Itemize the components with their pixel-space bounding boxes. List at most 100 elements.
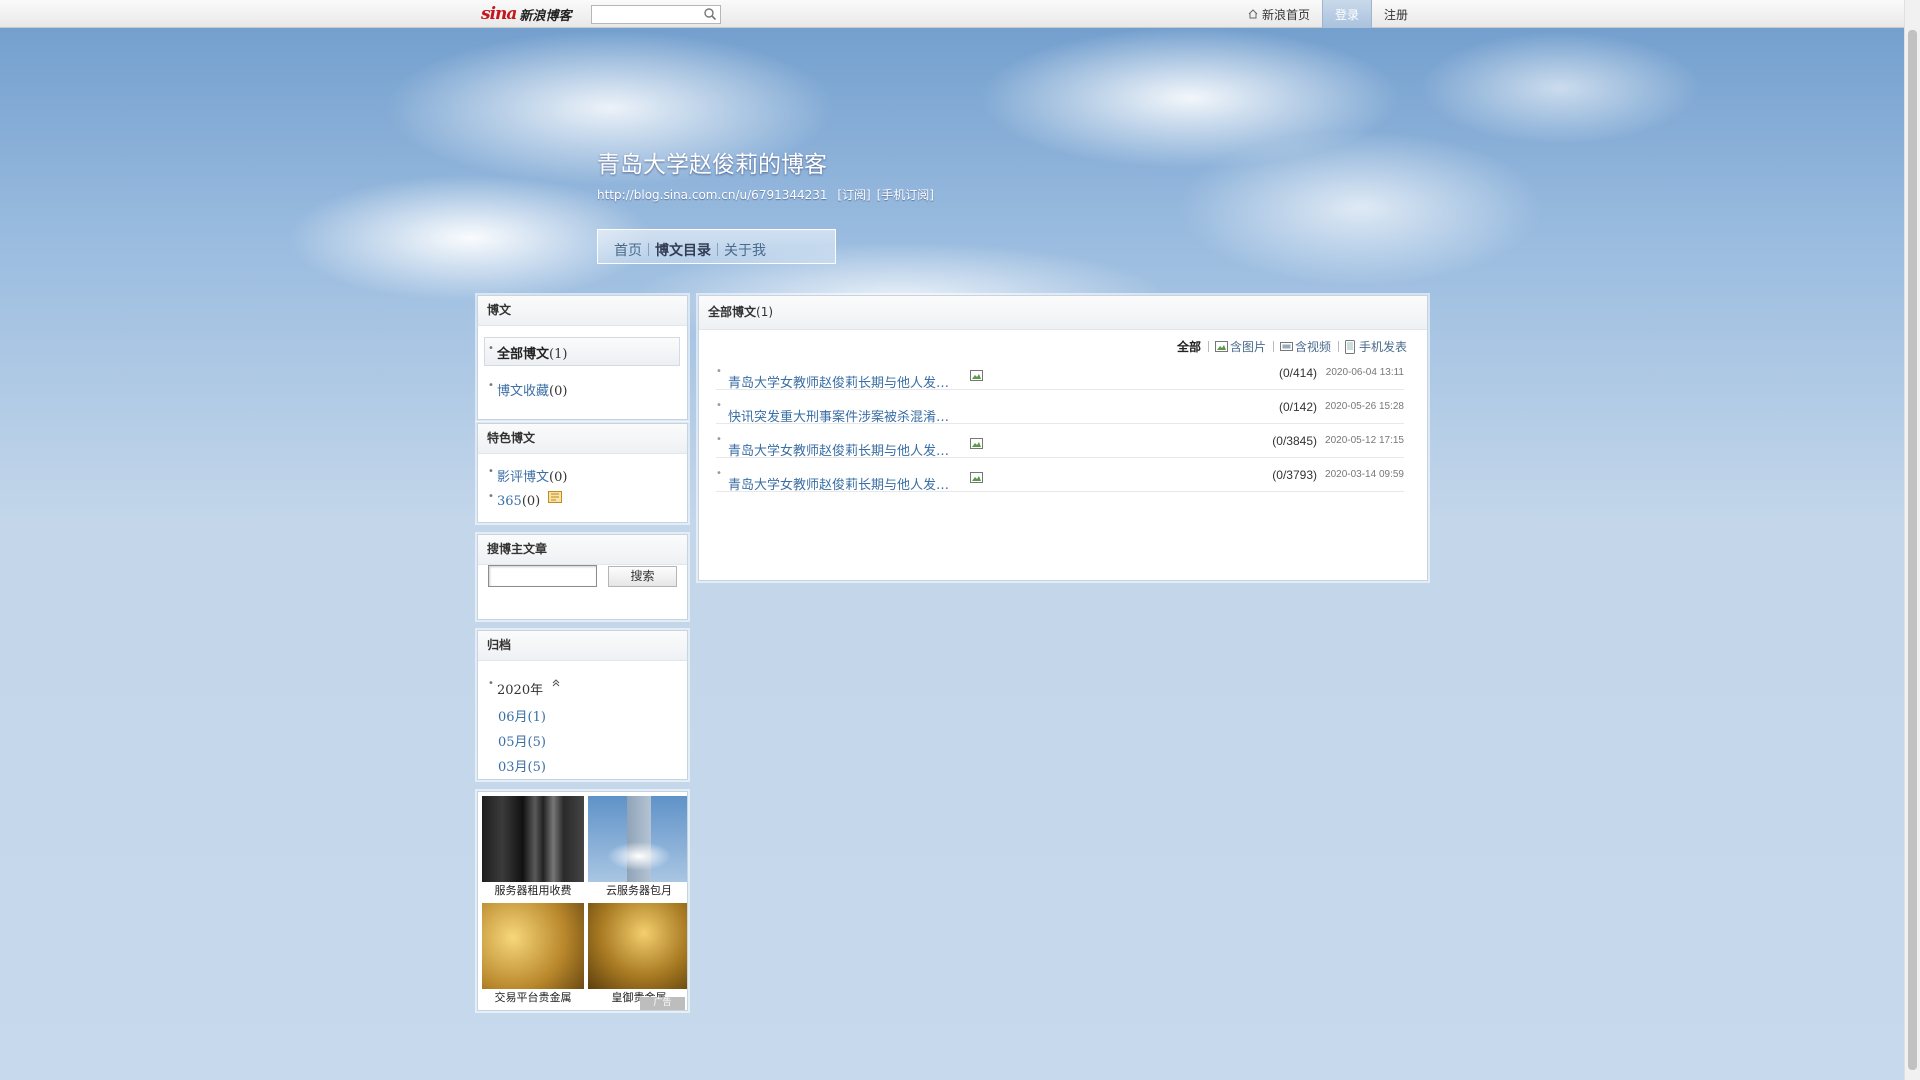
blog-nav: 首页 博文目录 关于我	[597, 229, 836, 264]
nav-about-me[interactable]: 关于我	[718, 240, 772, 260]
author-search-input[interactable]	[488, 565, 597, 587]
item-365-label: 365	[497, 494, 522, 509]
ad-panel: 服务器租用收费 云服务器包月 交易平台贵金属 皇御贵金属 广告	[477, 791, 688, 1011]
sidebar-item-film-review[interactable]: • 影评博文(0)	[478, 466, 567, 485]
author-search-button[interactable]: 搜索	[608, 566, 677, 587]
top-search-box	[591, 5, 721, 24]
blog-url-line: http://blog.sina.com.cn/u/6791344231 [订阅…	[597, 186, 940, 203]
nav-home[interactable]: 首页	[608, 240, 648, 260]
featured-panel-title: 特色博文	[478, 424, 687, 454]
top-bar: sina 新浪博客 新浪首页 登录 注册	[0, 0, 1904, 28]
archive-month[interactable]: 06月(1)	[498, 706, 546, 725]
posts-panel-title: 博文	[478, 296, 687, 326]
filter-with-video-label: 含视频	[1294, 340, 1331, 354]
ad-tile-server-rental[interactable]: 服务器租用收费	[482, 796, 584, 899]
has-picture-icon	[970, 472, 983, 483]
article-stats: (0/414)	[1278, 366, 1317, 380]
article-row: • 青岛大学女教师赵俊莉长期与他人发… (0/3845) 2020-05-12 …	[716, 424, 1404, 459]
sina-home-link[interactable]: 新浪首页	[1236, 0, 1322, 28]
article-row: • 快讯突发重大刑事案件涉案被杀混淆… (0/142) 2020-05-26 1…	[716, 390, 1404, 425]
articles-header-label: 全部博文	[708, 305, 757, 319]
search-icon[interactable]	[703, 7, 717, 21]
has-picture-icon	[970, 370, 983, 381]
posts-panel: 博文 • 全部博文(1) • 博文收藏(0)	[477, 295, 688, 420]
article-date: 2020-06-04 13:11	[1325, 367, 1404, 378]
cloud-building-image	[588, 796, 687, 882]
ad-tile-royal-metals[interactable]: 皇御贵金属	[588, 903, 687, 1006]
sina-home-label: 新浪首页	[1261, 7, 1310, 22]
filter-mobile-posted-label: 手机发表	[1358, 340, 1407, 354]
mobile-phone-icon	[1344, 339, 1355, 354]
archive-year-2020[interactable]: • 2020年	[478, 678, 561, 698]
favorites-label: 博文收藏	[497, 384, 550, 399]
sidebar-item-favorites[interactable]: • 博文收藏(0)	[478, 380, 567, 399]
rss-feed-icon[interactable]	[548, 491, 563, 503]
top-search-input[interactable]	[592, 6, 700, 23]
ad-tile-cloud-server[interactable]: 云服务器包月	[588, 796, 687, 899]
logo-text: 新浪博客	[519, 8, 572, 24]
archive-panel: 归档 • 2020年 06月(1) 05月(5) 03月(5)	[477, 630, 688, 780]
archive-title: 归档	[478, 631, 687, 661]
favorites-count: (0)	[549, 384, 568, 399]
scrollbar-thumb[interactable]	[1908, 30, 1917, 1070]
ad-caption: 云服务器包月	[606, 884, 672, 897]
all-posts-label: 全部博文	[497, 347, 550, 362]
top-links: 新浪首页 登录 注册	[1236, 0, 1420, 28]
ad-caption: 交易平台贵金属	[494, 991, 572, 1004]
article-date: 2020-05-26 15:28	[1325, 401, 1404, 412]
articles-panel-header: 全部博文(1)	[699, 296, 1427, 330]
article-row: • 青岛大学女教师赵俊莉长期与他人发… (0/3793) 2020-03-14 …	[716, 458, 1404, 493]
server-room-image	[482, 796, 584, 882]
article-date: 2020-05-12 17:15	[1325, 435, 1404, 446]
page-scrollbar[interactable]	[1904, 0, 1920, 1080]
has-picture-icon	[970, 438, 983, 449]
ad-tile-precious-metals[interactable]: 交易平台贵金属	[482, 903, 584, 1006]
nav-article-list[interactable]: 博文目录	[649, 240, 717, 260]
article-title-link[interactable]: 青岛大学女教师赵俊莉长期与他人发…	[728, 440, 949, 459]
author-search-panel: 搜博主文章 搜索	[477, 534, 688, 620]
filter-with-pictures[interactable]: 含图片	[1214, 338, 1266, 355]
video-icon	[1279, 342, 1293, 351]
login-button[interactable]: 登录	[1321, 0, 1372, 28]
all-posts-count: (1)	[549, 347, 568, 362]
item-365-count: (0)	[521, 494, 541, 509]
article-title-link[interactable]: 青岛大学女教师赵俊莉长期与他人发…	[728, 372, 949, 391]
article-title-link[interactable]: 快讯突发重大刑事案件涉案被杀混淆…	[728, 406, 949, 425]
articles-panel: 全部博文(1) 全部 含图片 含视频 手机发表 • 青岛大学女教师赵俊莉长期与他…	[698, 295, 1428, 581]
archive-month[interactable]: 05月(5)	[498, 731, 546, 750]
ad-badge: 广告	[640, 997, 685, 1010]
article-stats: (0/142)	[1278, 400, 1317, 414]
logo-brand: sina	[481, 4, 517, 24]
film-review-label: 影评博文	[497, 470, 550, 485]
collapse-up-icon[interactable]	[551, 678, 561, 688]
archive-year-label: 2020年	[497, 683, 544, 698]
sidebar-item-365[interactable]: • 365(0)	[478, 491, 563, 509]
article-stats: (0/3845)	[1272, 434, 1317, 448]
filter-all[interactable]: 全部	[1177, 338, 1201, 355]
gold-coin-stack-image	[588, 903, 687, 989]
blog-title: 青岛大学赵俊莉的博客	[597, 152, 827, 178]
sidebar-item-all-posts[interactable]: • 全部博文(1)	[478, 343, 567, 362]
filter-mobile-posted[interactable]: 手机发表	[1344, 338, 1407, 355]
home-icon	[1248, 9, 1258, 19]
filter-with-video[interactable]: 含视频	[1279, 338, 1331, 355]
blog-url[interactable]: http://blog.sina.com.cn/u/6791344231	[597, 188, 828, 202]
gold-coins-image	[482, 903, 584, 989]
picture-icon	[1214, 341, 1228, 352]
subscribe-link[interactable]: [订阅]	[837, 188, 870, 202]
author-search-title: 搜博主文章	[478, 535, 687, 565]
archive-month[interactable]: 03月(5)	[498, 756, 546, 775]
article-title-link[interactable]: 青岛大学女教师赵俊莉长期与他人发…	[728, 474, 949, 493]
register-link[interactable]: 注册	[1372, 0, 1420, 28]
article-stats: (0/3793)	[1272, 468, 1317, 482]
ad-caption: 服务器租用收费	[494, 884, 572, 897]
featured-panel: 特色博文 • 影评博文(0) • 365(0)	[477, 423, 688, 523]
sina-blog-logo[interactable]: sina 新浪博客	[481, 3, 571, 25]
film-review-count: (0)	[549, 470, 568, 485]
article-date: 2020-03-14 09:59	[1325, 469, 1404, 480]
article-row: • 青岛大学女教师赵俊莉长期与他人发… (0/414) 2020-06-04 1…	[716, 356, 1404, 391]
mobile-subscribe-link[interactable]: [手机订阅]	[877, 188, 934, 202]
articles-header-count: (1)	[756, 305, 774, 319]
article-filters: 全部 含图片 含视频 手机发表	[1171, 338, 1407, 355]
filter-with-pictures-label: 含图片	[1229, 340, 1266, 354]
